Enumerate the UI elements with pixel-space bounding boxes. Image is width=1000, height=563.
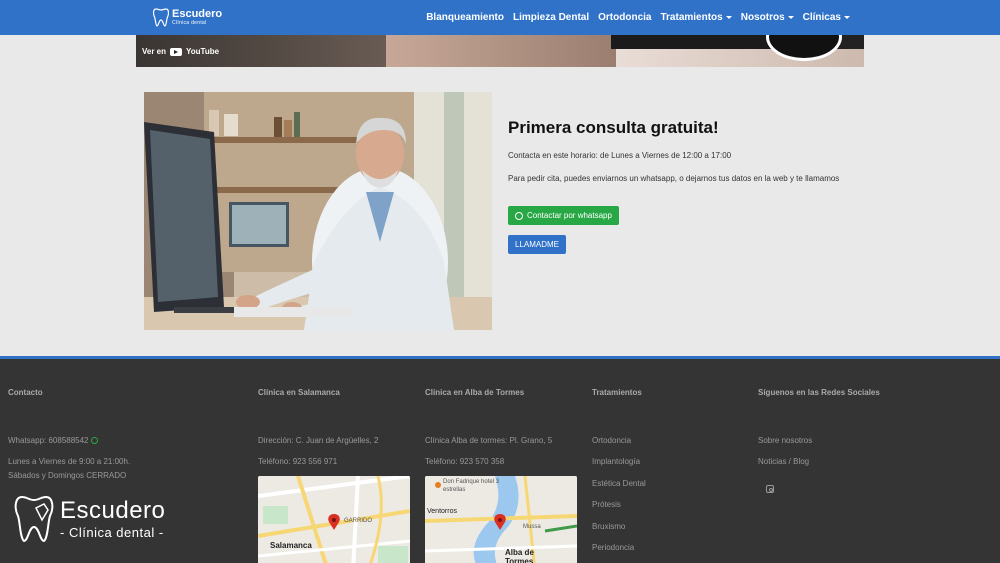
nav-ortodoncia[interactable]: Ortodoncia <box>598 12 651 23</box>
alba-phone[interactable]: Teléfono: 923 570 358 <box>425 457 504 466</box>
footer-treatment-periodoncia[interactable]: Periodoncia <box>592 543 634 552</box>
caret-down-icon <box>787 16 794 19</box>
footer: Contacto Whatsapp: 608588542 Lunes a Vie… <box>0 356 1000 563</box>
footer-treatment-bruxismo[interactable]: Bruxismo <box>592 522 625 531</box>
footer-treatment-estetica[interactable]: Estética Dental <box>592 479 646 488</box>
youtube-label: YouTube <box>186 47 220 56</box>
dentist-photo <box>144 92 492 330</box>
footer-hours-week: Lunes a Viernes de 9:00 a 21:00h. <box>8 457 131 466</box>
footer-treatment-ortodoncia[interactable]: Ortodoncia <box>592 436 631 445</box>
salamanca-map[interactable]: Salamanca GARRIDO <box>258 476 410 563</box>
alba-map[interactable]: Don Fadrique hotel 3 estrellas Ventorros… <box>425 476 577 563</box>
nav-blanqueamiento[interactable]: Blanqueamiento <box>426 12 504 23</box>
nav-label: Ortodoncia <box>598 12 652 23</box>
call-button-label: LLAMADME <box>515 240 560 249</box>
whatsapp-icon <box>90 437 98 444</box>
footer-salamanca-heading: Clínica en Salamanca <box>258 388 340 397</box>
brand-logo[interactable]: Escudero Clínica dental <box>153 8 222 27</box>
video-embed[interactable]: Ver en YouTube <box>136 35 864 67</box>
promo-hours: Contacta en este horario: de Lunes a Vie… <box>508 151 732 160</box>
nav-limpieza-dental[interactable]: Limpieza Dental <box>513 12 589 23</box>
footer-brand-subtitle: - Clínica dental - <box>60 524 164 540</box>
map-place-ventorros: Ventorros <box>427 508 457 515</box>
salamanca-phone[interactable]: Teléfono: 923 556 971 <box>258 457 337 466</box>
main-nav: Blanqueamiento Limpieza Dental Ortodonci… <box>426 0 850 35</box>
nav-label: Clínicas <box>802 12 841 23</box>
footer-treatments-heading: Tratamientos <box>592 388 642 397</box>
footer-treatment-implantologia[interactable]: Implantología <box>592 457 640 466</box>
alba-address: Clínica Alba de tormes: Pl. Grano, 5 <box>425 436 553 445</box>
whatsapp-number: Whatsapp: 608588542 <box>8 436 89 445</box>
whatsapp-button-label: Contactar por whatsapp <box>527 211 612 220</box>
navbar: Escudero Clínica dental Blanqueamiento L… <box>0 0 1000 35</box>
map-shop: Mussa <box>523 524 541 530</box>
tooth-icon <box>14 495 54 543</box>
footer-treatment-protesis[interactable]: Prótesis <box>592 500 621 509</box>
youtube-icon <box>170 47 183 56</box>
watch-on-youtube-link[interactable]: Ver en YouTube <box>142 47 219 56</box>
footer-social-heading: Síguenos en las Redes Sociales <box>758 388 880 397</box>
brand-name: Escudero <box>172 8 223 20</box>
caret-down-icon <box>844 16 850 19</box>
whatsapp-contact-button[interactable]: Contactar por whatsapp <box>508 206 619 225</box>
map-city-alba: Alba de Tormes <box>505 548 534 563</box>
footer-alba-heading: Clínica en Alba de Tormes <box>425 388 525 397</box>
salamanca-address: Dirección: C. Juan de Argüelles, 2 <box>258 436 379 445</box>
nav-label: Nosotros <box>740 12 785 23</box>
whatsapp-icon <box>515 211 523 220</box>
nav-clinicas-dropdown[interactable]: Clínicas <box>803 12 850 23</box>
caret-down-icon <box>725 16 732 19</box>
map-district: GARRIDO <box>344 518 373 524</box>
nav-label: Tratamientos <box>660 12 723 23</box>
footer-whatsapp[interactable]: Whatsapp: 608588542 <box>8 436 98 445</box>
footer-contact-heading: Contacto <box>8 388 43 397</box>
promo-title: Primera consulta gratuita! <box>508 118 719 137</box>
promo-info: Para pedir cita, puedes enviarnos un wha… <box>508 174 840 183</box>
tooth-icon <box>153 8 169 27</box>
map-hotel: Don Fadrique hotel 3 estrellas <box>443 479 500 493</box>
instagram-icon[interactable] <box>766 485 774 493</box>
call-me-button[interactable]: LLAMADME <box>508 235 567 254</box>
footer-link-blog[interactable]: Noticias / Blog <box>758 457 809 466</box>
footer-brand-subtitle-text: Clínica dental <box>68 524 155 540</box>
footer-hours-weekend: Sábados y Domingos CERRADO <box>8 471 127 480</box>
video-frame-mid <box>386 35 616 67</box>
nav-tratamientos-dropdown[interactable]: Tratamientos <box>660 12 732 23</box>
map-city-salamanca: Salamanca <box>270 541 312 550</box>
footer-link-about[interactable]: Sobre nosotros <box>758 436 812 445</box>
brand-subtitle: Clínica dental <box>172 20 207 26</box>
nav-nosotros-dropdown[interactable]: Nosotros <box>741 12 794 23</box>
nav-label: Blanqueamiento <box>426 12 504 23</box>
watch-on-label: Ver en <box>142 47 167 56</box>
nav-label: Limpieza Dental <box>513 12 590 23</box>
footer-logo[interactable]: Escudero - Clínica dental - <box>14 494 165 544</box>
footer-brand-name: Escudero <box>60 496 166 524</box>
